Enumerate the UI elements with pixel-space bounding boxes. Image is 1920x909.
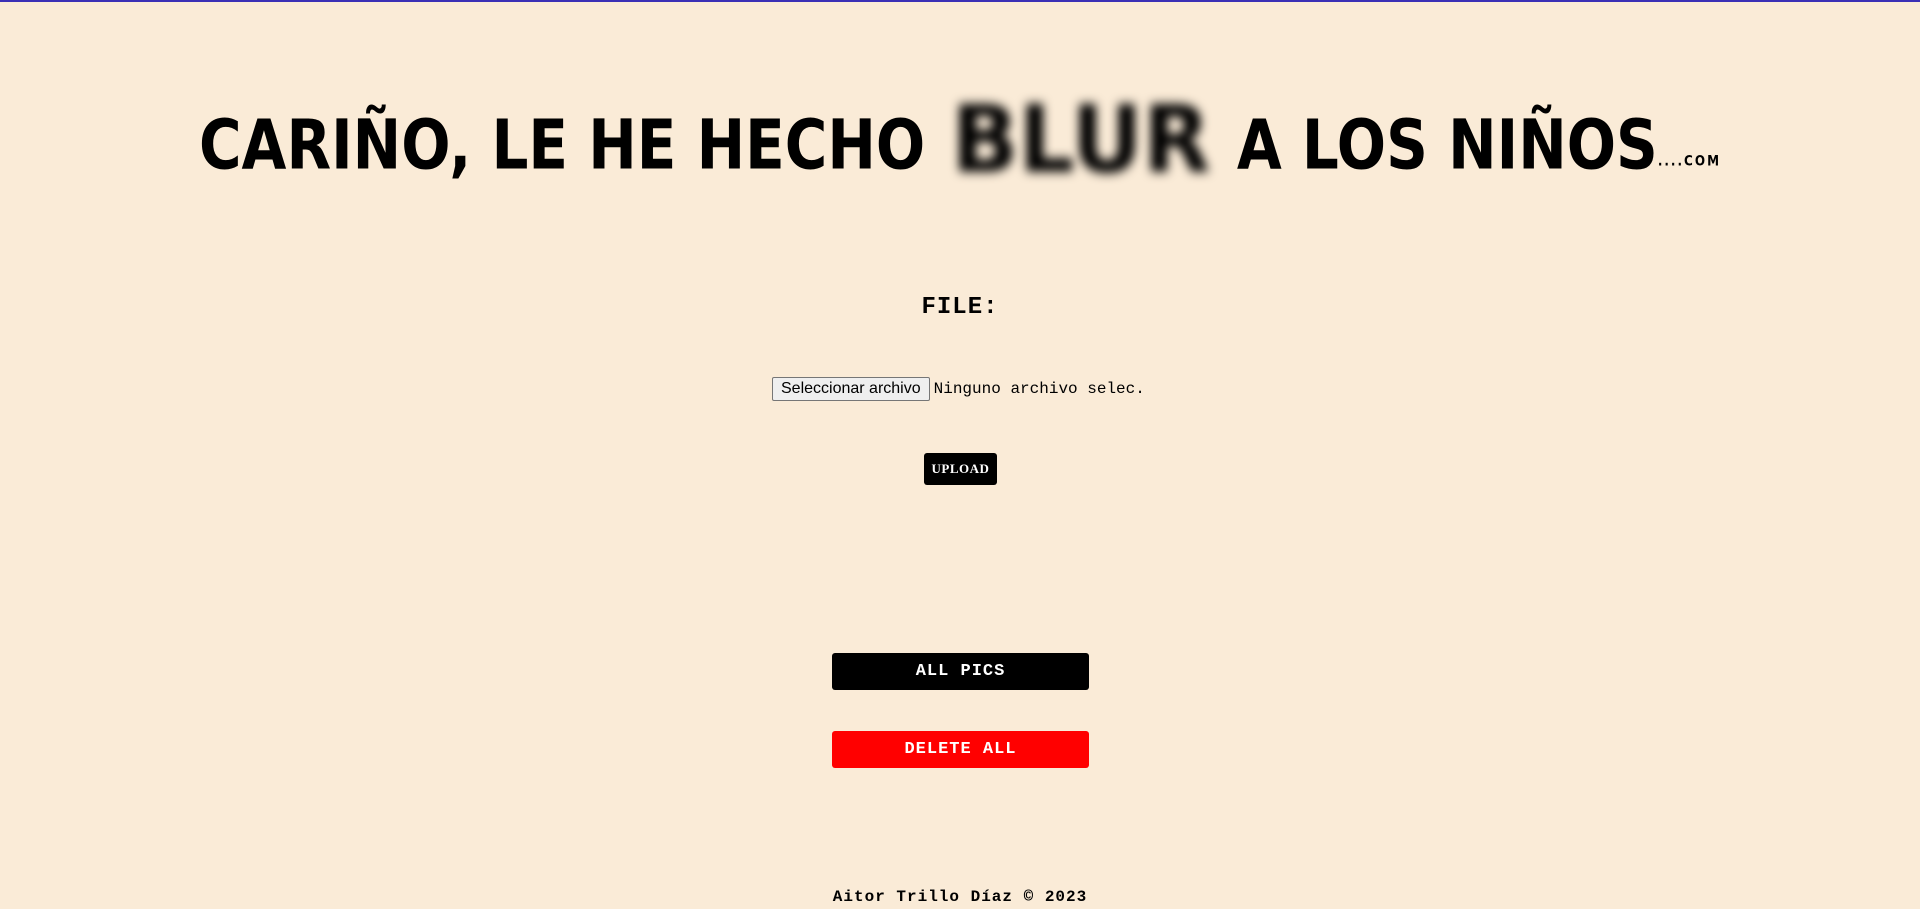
delete-all-button[interactable]: DELETE ALL — [832, 731, 1089, 768]
all-pics-button[interactable]: ALL PICS — [832, 653, 1089, 690]
title-suffix: .COM — [1677, 152, 1722, 170]
title-text-before: CARIÑO, LE HE HECHO — [198, 104, 926, 185]
page-title: CARIÑO, LE HE HECHO BLUR A LOS NIÑOS....… — [0, 93, 1920, 208]
upload-button[interactable]: UPLOAD — [924, 453, 997, 485]
file-label: FILE: — [921, 294, 999, 321]
title-ellipsis: ....COM — [1658, 95, 1721, 208]
footer-copyright: Aitor Trillo Díaz © 2023 — [832, 888, 1088, 906]
title-blur-word: BLUR — [951, 85, 1211, 194]
title-text-after: A LOS NIÑOS — [1236, 104, 1658, 185]
file-status-text: Ninguno archivo selec. — [933, 380, 1145, 398]
file-input[interactable]: Seleccionar archivo Ninguno archivo sele… — [772, 377, 1145, 401]
title-dots: ... — [1657, 152, 1678, 170]
choose-file-button[interactable]: Seleccionar archivo — [772, 377, 930, 401]
